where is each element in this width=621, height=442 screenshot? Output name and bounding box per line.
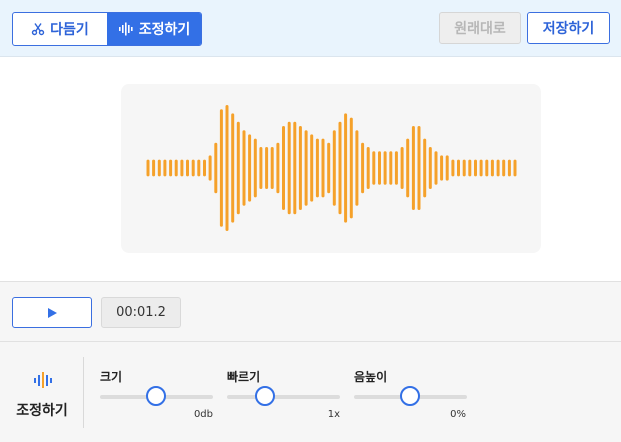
waveform-bar — [355, 130, 359, 206]
volume-label: 크기 — [100, 370, 123, 384]
waveform-bar — [146, 159, 150, 177]
speed-value: 1x — [327, 409, 340, 420]
waveform-bar — [327, 142, 331, 194]
pitch-slider-thumb[interactable] — [400, 386, 420, 406]
waveform-bar — [468, 159, 472, 177]
tab-adjust[interactable]: 조정하기 — [107, 13, 201, 45]
waveform-area — [0, 57, 621, 281]
waveform-bar — [372, 151, 376, 185]
audio-wave-icon — [118, 22, 133, 36]
play-button[interactable] — [12, 297, 92, 328]
player-bar: 00:01.2 — [0, 281, 621, 342]
panel-divider — [83, 357, 84, 428]
waveform-bar — [293, 121, 297, 215]
waveform-bar — [152, 159, 156, 177]
pitch-label: 음높이 — [354, 370, 388, 384]
waveform — [146, 105, 517, 231]
waveform-bar — [225, 105, 229, 231]
waveform-bar — [219, 109, 223, 227]
waveform-bar — [462, 159, 466, 177]
waveform-bar — [344, 113, 348, 223]
speed-label: 빠르기 — [227, 370, 261, 384]
waveform-bar — [440, 155, 444, 181]
waveform-bar — [253, 138, 257, 198]
waveform-bar — [236, 121, 240, 215]
waveform-bar — [197, 159, 201, 177]
waveform-bar — [366, 147, 370, 189]
waveform-bar — [411, 126, 415, 210]
waveform-bar — [338, 121, 342, 215]
waveform-bar — [321, 138, 325, 198]
waveform-bar — [231, 113, 235, 223]
waveform-bar — [282, 126, 285, 210]
waveform-bar — [428, 147, 432, 189]
tab-trim[interactable]: 다듬기 — [13, 13, 107, 45]
waveform-canvas — [121, 84, 541, 253]
waveform-bar — [361, 142, 365, 194]
waveform-bar — [378, 151, 381, 185]
waveform-bar — [287, 121, 291, 215]
waveform-bar — [248, 134, 252, 202]
waveform-bar — [174, 159, 178, 177]
waveform-bar — [349, 117, 353, 219]
waveform-bar — [304, 130, 308, 206]
speed-slider-track[interactable] — [227, 395, 340, 399]
pitch-value: 0% — [450, 409, 466, 420]
play-icon — [48, 307, 57, 318]
waveform-bar — [163, 159, 167, 177]
waveform-bar — [169, 159, 173, 177]
waveform-bar — [400, 147, 404, 189]
panel-title: 조정하기 — [16, 403, 68, 419]
audio-wave-icon — [34, 372, 52, 388]
waveform-bar — [445, 155, 449, 181]
waveform-bar — [180, 159, 184, 177]
speed-slider-thumb[interactable] — [255, 386, 275, 406]
waveform-bar — [259, 147, 263, 189]
waveform-bar — [186, 159, 189, 177]
waveform-bar — [490, 159, 494, 177]
waveform-bar — [298, 126, 302, 210]
waveform-bar — [507, 159, 511, 177]
waveform-bar — [214, 142, 218, 194]
waveform-bar — [265, 147, 269, 189]
waveform-bar — [315, 138, 319, 198]
waveform-bar — [502, 159, 506, 177]
waveform-bar — [457, 159, 460, 177]
scissors-icon — [31, 23, 45, 36]
save-button[interactable]: 저장하기 — [527, 12, 610, 44]
waveform-bar — [191, 159, 195, 177]
waveform-bar — [203, 159, 206, 177]
tab-trim-label: 다듬기 — [50, 22, 89, 38]
waveform-bar — [276, 142, 280, 194]
waveform-bar — [157, 159, 161, 177]
waveform-bar — [389, 151, 393, 185]
tab-adjust-label: 조정하기 — [138, 22, 191, 38]
waveform-bar — [394, 151, 398, 185]
volume-slider-thumb[interactable] — [146, 386, 166, 406]
waveform-bar — [479, 159, 483, 177]
waveform-bar — [383, 151, 387, 185]
waveform-bar — [451, 159, 455, 177]
time-display: 00:01.2 — [101, 297, 181, 328]
reset-button[interactable]: 원래대로 — [439, 12, 521, 44]
waveform-bar — [423, 138, 427, 198]
waveform-bar — [485, 159, 489, 177]
waveform-bar — [406, 138, 410, 198]
waveform-bar — [474, 159, 477, 177]
waveform-bar — [417, 126, 421, 210]
mode-switch: 다듬기 조정하기 — [12, 12, 202, 46]
volume-value: 0db — [193, 409, 213, 420]
waveform-bar — [270, 147, 274, 189]
waveform-bar — [208, 155, 212, 181]
waveform-bar — [310, 134, 314, 202]
waveform-bar — [496, 159, 500, 177]
waveform-bar — [332, 130, 336, 206]
waveform-bar — [434, 151, 438, 185]
waveform-bar — [242, 130, 246, 206]
adjust-panel: 조정하기 크기 0db 빠르기 1x 음높이 0% — [0, 342, 621, 442]
waveform-bar — [513, 159, 517, 177]
toolbar: 다듬기 조정하기 원래대로 저장하기 — [0, 0, 621, 57]
